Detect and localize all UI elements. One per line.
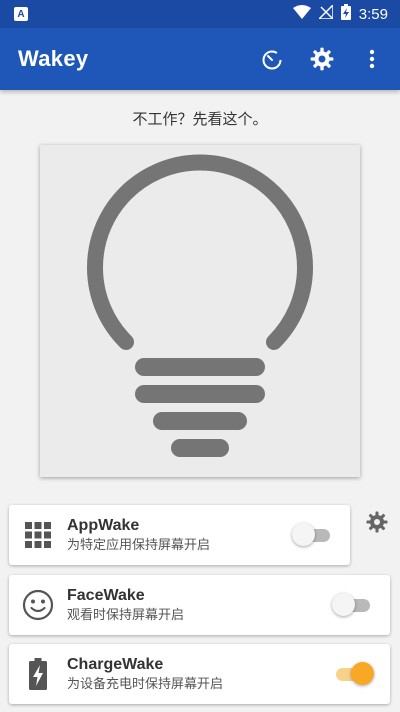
apps-grid-icon xyxy=(9,521,67,549)
help-hint-link[interactable]: 不工作？先看这个。 xyxy=(0,108,400,129)
chargewake-card[interactable]: ChargeWake 为设备充电时保持屏幕开启 xyxy=(9,644,390,704)
card-title: AppWake xyxy=(67,517,140,534)
card-title: ChargeWake xyxy=(67,656,164,673)
chargewake-toggle[interactable] xyxy=(332,662,374,686)
notification-icon: A xyxy=(14,7,28,21)
card-subtitle: 观看时保持屏幕开启 xyxy=(67,607,185,622)
facewake-card[interactable]: FaceWake 观看时保持屏幕开启 xyxy=(9,575,390,635)
wake-toggle-bulb[interactable] xyxy=(40,145,360,477)
facewake-toggle[interactable] xyxy=(332,593,374,617)
settings-icon[interactable] xyxy=(308,45,336,73)
status-bar: A 3:59 xyxy=(0,0,400,28)
battery-charging-icon xyxy=(9,658,67,690)
card-subtitle: 为特定应用保持屏幕开启 xyxy=(67,537,211,552)
timer-icon[interactable] xyxy=(258,45,286,73)
app-bar: Wakey xyxy=(0,28,400,90)
wifi-icon xyxy=(292,4,311,24)
card-title: FaceWake xyxy=(67,587,145,604)
face-icon xyxy=(9,589,67,621)
card-subtitle: 为设备充电时保持屏幕开启 xyxy=(67,676,224,691)
more-vert-icon[interactable] xyxy=(358,45,386,73)
lightbulb-icon xyxy=(87,154,313,457)
appwake-settings-icon[interactable] xyxy=(365,510,389,534)
app-title: Wakey xyxy=(18,46,89,71)
no-signal-icon xyxy=(316,2,334,24)
appwake-toggle[interactable] xyxy=(292,523,334,547)
battery-charging-icon xyxy=(340,3,351,25)
status-time: 3:59 xyxy=(358,5,388,23)
appwake-card[interactable]: AppWake 为特定应用保持屏幕开启 xyxy=(9,505,350,565)
